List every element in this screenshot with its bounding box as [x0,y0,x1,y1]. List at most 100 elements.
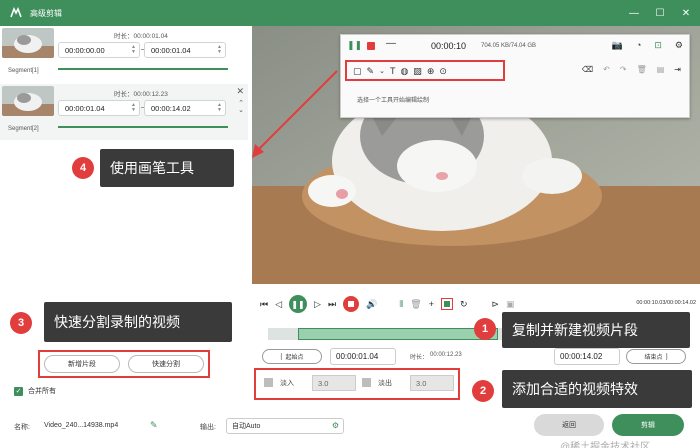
cut-button[interactable]: 剪辑 [612,414,684,436]
camera-icon[interactable]: 📷 [612,40,623,51]
delete-icon[interactable]: 🗑 [637,65,647,74]
spotlight-tool-icon[interactable]: ⊙ [439,66,447,77]
close-icon[interactable]: ✕ [680,7,692,19]
trim-row: [ 起始点 00:00:01.04 时长： 00:00:12.23 00:00:… [262,348,692,366]
duration-value: 00:00:12.23 [430,352,462,358]
new-segment-button[interactable]: 新增片段 [44,355,120,373]
volume-icon[interactable]: 🔊 [366,299,377,310]
segment-progress [58,126,228,128]
sticker-tool-icon[interactable]: ◍ [400,66,408,77]
window-title: 高级剪辑 [30,8,62,18]
segment-start-value: 00:00:01.04 [65,103,105,113]
segment-item[interactable]: 时长：00:00:01.04 00:00:00.00 ▲ ▼ 00:00:01.04… [0,26,248,82]
exit-icon[interactable]: ⇥ [674,65,681,74]
fade-out-label: 淡出 [378,380,392,387]
reset-icon[interactable]: ↻ [460,299,468,310]
edit-name-icon[interactable]: ✎ [150,420,158,431]
fade-out-value: 3.0 [416,378,427,388]
add-icon[interactable]: + [429,299,434,309]
watermark: @稀土掘金技术社区 [560,442,651,448]
fade-out-checkbox[interactable] [362,378,371,387]
set-end-label: 结束点 [644,355,663,361]
redo-icon[interactable]: ↷ [620,65,627,74]
pause-icon[interactable]: ❚❚ [347,40,362,51]
undo-icon[interactable]: ↶ [603,65,610,74]
delete-icon[interactable]: 🗑 [410,299,421,310]
chevron-down-icon[interactable]: ⌄ [379,67,385,75]
pen-tool-icon[interactable]: ✎ [367,66,375,77]
pause-button[interactable]: ❚❚ [289,295,308,313]
segment-item[interactable]: 时长：00:00:12.23 00:00:01.04 ▲ ▼ 00:00:14.02… [0,84,248,140]
segment-panel: 时长：00:00:01.04 00:00:00.00 ▲ ▼ 00:00:01.04… [0,26,252,448]
chevron-icon[interactable]: ⌃ ⌄ [238,100,244,114]
set-start-label: 起始点 [285,355,304,361]
step-badge-1: 1 [474,318,496,340]
step-badge-3: 3 [10,312,32,334]
trim-end-input[interactable]: 00:00:14.02 [554,348,620,365]
step-badge-4: 4 [72,157,94,179]
crop-icon[interactable]: ▣ [506,299,515,310]
fade-out-input[interactable]: 3.0 [410,375,454,391]
step-back-icon[interactable]: ◁ [275,299,282,310]
output-folder-select[interactable]: 自动Auto ⚙ [226,418,344,434]
timeline-selection[interactable] [298,328,498,340]
trim-start-input[interactable]: 00:00:01.04 [330,348,396,365]
image-tool-icon[interactable]: ▨ [413,66,422,77]
trim-start-value: 00:00:01.04 [336,352,379,361]
gear-icon[interactable]: ⚙ [675,40,683,51]
segment-duration: 时长：00:00:01.04 [114,33,168,40]
spinner-icon[interactable]: ▲ ▼ [217,45,222,55]
toolbox-icon[interactable]: ⊡ [654,40,662,51]
fade-in-input[interactable]: 3.0 [312,375,356,391]
back-button[interactable]: 返回 [534,414,604,436]
segment-thumbnail [2,86,54,116]
record-stop-button[interactable] [343,296,360,312]
rectangle-tool-icon[interactable]: ▢ [353,66,362,77]
text-tool-icon[interactable]: T [390,66,396,76]
segment-end-value: 00:00:01.04 [151,45,191,55]
file-name: Video_240...14938.mp4 [44,422,119,429]
fade-in-checkbox[interactable] [264,378,273,387]
segment-end-input[interactable]: 00:00:01.04 ▲ ▼ [144,42,226,58]
prev-icon[interactable]: ⏮ [260,299,268,310]
quick-split-button[interactable]: 快速分割 [128,355,204,373]
name-label: 名称: [14,424,30,431]
toolbar-hint: 选择一个工具开始编辑绘制 [357,98,430,104]
clock-icon[interactable]: ◔ [636,40,641,51]
spinner-icon[interactable]: ▲ ▼ [217,103,222,113]
play-segment-icon[interactable]: ⊳ [492,299,500,310]
callout-4: 使用画笔工具 [100,149,234,187]
duration-label: 时长： [410,355,429,361]
eraser-icon[interactable]: ⌫ [582,65,593,74]
output-value: 自动Auto [232,423,261,430]
minimize-icon[interactable]: — [386,38,396,49]
merge-all-label: 合并所有 [28,388,56,395]
advanced-editor-window: 高级剪辑 — ☐ ✕ 时长：00:00:01.04 00:00:00.00 ▲ ▼ … [0,0,700,448]
segment-end-input[interactable]: 00:00:14.02 ▲ ▼ [144,100,226,116]
close-icon[interactable]: ✕ [236,86,244,97]
segment-duration: 时长：00:00:12.23 [114,91,168,98]
spinner-icon[interactable]: ▲ ▼ [131,103,136,113]
maximize-icon[interactable]: ☐ [654,7,666,19]
segment-start-input[interactable]: 00:00:00.00 ▲ ▼ [58,42,140,58]
segment-label: Segment[1] [8,68,39,74]
merge-all-checkbox[interactable]: ✓ [14,386,23,396]
set-start-button[interactable]: [ 起始点 [262,349,322,364]
segment-start-input[interactable]: 00:00:01.04 ▲ ▼ [58,100,140,116]
fade-in-value: 3.0 [318,378,329,388]
trim-end-value: 00:00:14.02 [560,352,603,361]
merge-all-row[interactable]: ✓ 合并所有 [14,386,56,396]
spinner-icon[interactable]: ▲ ▼ [131,45,136,55]
next-icon[interactable]: ⏭ [328,299,336,310]
split-icon[interactable]: ⦀ [399,299,403,310]
gear-icon[interactable]: ⚙ [332,421,339,430]
title-bar: 高级剪辑 — ☐ ✕ [0,0,700,26]
stop-icon[interactable] [367,42,375,50]
recording-time: 00:00:10 [431,41,467,51]
copy-segment-icon[interactable] [440,298,453,310]
set-end-button[interactable]: 结束点 ] [626,349,686,364]
minimize-icon[interactable]: — [628,7,640,19]
zoom-tool-icon[interactable]: ⊕ [427,66,435,77]
step-forward-icon[interactable]: ▷ [314,299,321,310]
clear-icon[interactable]: ▤ [657,65,665,74]
